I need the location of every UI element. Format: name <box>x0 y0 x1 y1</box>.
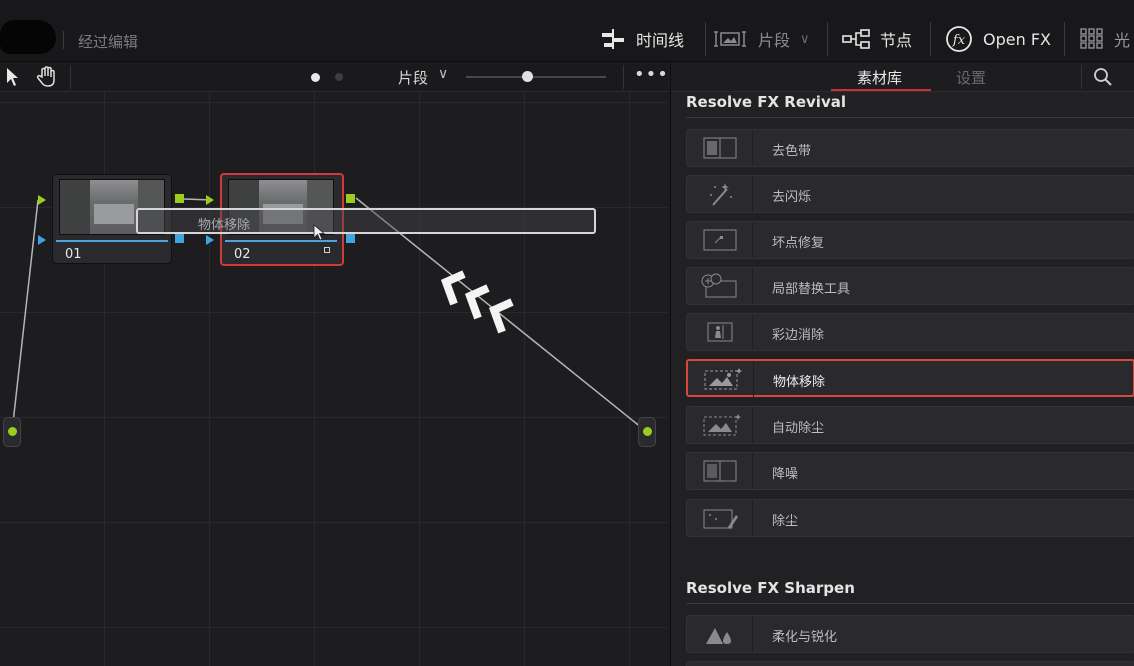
fx-item-soften-sharpen[interactable]: 柔化与锐化 <box>686 615 1134 653</box>
fx-item-dust-buster[interactable]: 除尘 <box>686 499 1134 537</box>
green-dot-icon <box>643 427 652 436</box>
timeline-label: 时间线 <box>636 31 685 50</box>
grid-icon <box>1080 28 1103 49</box>
fx-badge-icon <box>324 247 330 253</box>
drag-preview: 物体移除 <box>136 208 596 234</box>
fx-icon: fx <box>946 26 972 52</box>
node-02-rgb-input[interactable] <box>206 195 214 205</box>
fx-item-label: 坏点修复 <box>772 236 825 251</box>
dust-brush-icon <box>687 500 753 536</box>
split-frame-icon <box>687 453 753 489</box>
patch-replace-icon <box>687 268 753 304</box>
fx-item-label: 除尘 <box>772 514 799 529</box>
node-02-rgb-output[interactable] <box>346 194 355 203</box>
node-editor[interactable]: 片段 ∨ ••• 01 02 物体移除 <box>0 62 668 666</box>
clips-icon <box>714 31 746 47</box>
fx-item-auto-dirt-removal[interactable]: 自动除尘 <box>686 406 1134 444</box>
fx-item-debanding[interactable]: 去色带 <box>686 129 1134 167</box>
node-connections <box>11 197 648 433</box>
mountain-drop-icon <box>687 616 753 652</box>
fx-item-label: 局部替换工具 <box>772 282 851 297</box>
split-frame-icon <box>687 130 753 166</box>
node-01-alpha-input[interactable] <box>38 235 46 245</box>
clips-dropdown[interactable]: 片段 ∨ <box>712 18 810 60</box>
drag-preview-label: 物体移除 <box>198 218 251 233</box>
chromatic-icon <box>687 314 753 350</box>
timeline-icon <box>602 29 624 49</box>
node-01-rgb-input[interactable] <box>38 195 46 205</box>
openfx-button[interactable]: fx Open FX <box>945 18 1051 60</box>
chevron-down-icon: ∨ <box>800 31 810 47</box>
fx-item-label: 降噪 <box>772 467 799 482</box>
clips-label: 片段 <box>758 31 791 50</box>
fx-item-label: 柔化与锐化 <box>772 630 838 645</box>
active-tab-indicator <box>831 89 931 91</box>
node-02-alpha-input[interactable] <box>206 235 214 245</box>
fx-item-noise-reduction[interactable]: 降噪 <box>686 452 1134 490</box>
nodes-button[interactable]: 节点 <box>842 18 912 60</box>
fx-item-label: 物体移除 <box>773 375 826 390</box>
search-icon[interactable] <box>1093 67 1113 87</box>
node-number: 01 <box>65 247 82 262</box>
light-label: 光 <box>1114 31 1131 50</box>
divider <box>63 31 64 49</box>
tab-settings[interactable]: 设置 <box>956 67 986 88</box>
node-01-alpha-output[interactable] <box>175 234 184 243</box>
fx-item-chromatic-aberration[interactable]: 彩边消除 <box>686 313 1134 351</box>
mouse-cursor-icon <box>313 224 326 241</box>
fx-item-label: 去闪烁 <box>772 190 812 205</box>
divider <box>686 603 1134 604</box>
tab-library[interactable]: 素材库 <box>857 67 902 88</box>
output-port[interactable] <box>638 417 656 447</box>
sparkle-wand-icon <box>687 176 753 212</box>
divider <box>705 22 706 56</box>
divider <box>827 22 828 56</box>
section-title-sharpen: Resolve FX Sharpen <box>686 579 855 597</box>
source-input-port[interactable] <box>3 417 21 447</box>
svg-text:fx: fx <box>952 33 966 48</box>
fx-item-label: 彩边消除 <box>772 328 825 343</box>
fx-item-partial[interactable] <box>686 661 1134 666</box>
dead-pixel-icon <box>687 222 753 258</box>
panel-tabs: 素材库 设置 <box>671 62 1134 92</box>
project-name: 经过编辑 <box>78 33 139 51</box>
fx-item-dead-pixel[interactable]: 坏点修复 <box>686 221 1134 259</box>
divider <box>1081 65 1082 89</box>
divider <box>930 22 931 56</box>
openfx-label: Open FX <box>983 29 1051 49</box>
divider <box>1064 22 1065 56</box>
lightbox-button[interactable]: 光 <box>1080 18 1130 60</box>
fx-item-deflicker[interactable]: 去闪烁 <box>686 175 1134 213</box>
divider <box>686 117 1134 118</box>
fx-item-label: 自动除尘 <box>772 421 825 436</box>
fx-item-label: 去色带 <box>772 144 812 159</box>
nodes-icon <box>842 29 870 49</box>
library-panel: 素材库 设置 Resolve FX Revival 去色带 去闪烁 坏点修复 局… <box>670 62 1134 666</box>
timeline-button[interactable]: 时间线 <box>600 18 684 60</box>
node-number: 02 <box>234 247 251 262</box>
green-dot-icon <box>8 427 17 436</box>
fx-item-object-removal[interactable]: 物体移除 <box>686 359 1134 397</box>
object-removal-icon <box>688 361 754 397</box>
chevron-arrows-overlay-icon <box>440 270 514 334</box>
nodes-label: 节点 <box>880 31 913 50</box>
top-toolbar: 经过编辑 时间线 片段 ∨ 节点 fx Open FX 光 <box>0 0 1134 62</box>
section-title-revival: Resolve FX Revival <box>686 93 846 111</box>
node-01-rgb-output[interactable] <box>175 194 184 203</box>
node-02-alpha-output[interactable] <box>346 234 355 243</box>
auto-dust-icon <box>687 407 753 443</box>
redacted-region <box>0 20 56 54</box>
node-bar <box>56 240 168 242</box>
fx-item-patch-replacer[interactable]: 局部替换工具 <box>686 267 1134 305</box>
